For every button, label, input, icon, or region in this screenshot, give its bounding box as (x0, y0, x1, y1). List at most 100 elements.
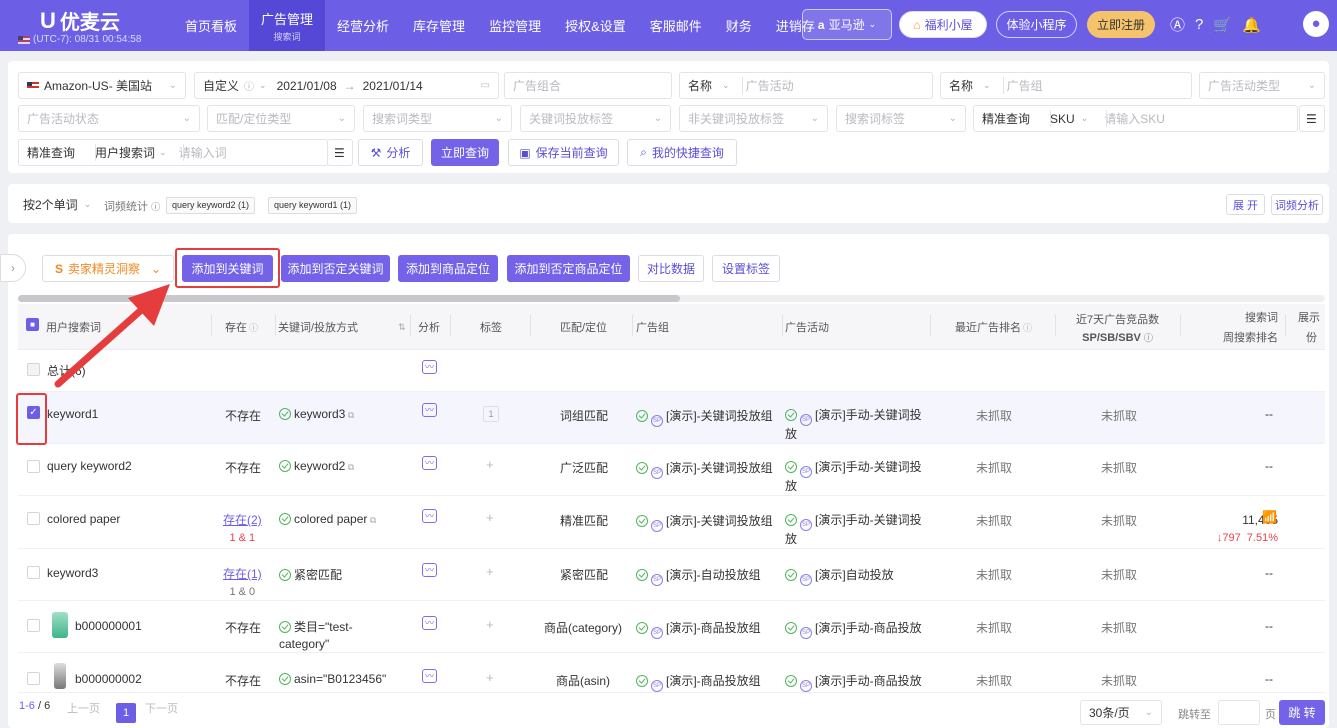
next-page-button[interactable]: 下一页 (145, 700, 178, 716)
external-link-icon[interactable]: ⧉ (345, 410, 354, 420)
table-row[interactable]: ✓ keyword1 不存在 keyword3 ⧉ 〰 1 词组匹配 SP [演示… (18, 392, 1325, 444)
add-tag-icon[interactable]: + (486, 670, 494, 685)
non-keyword-tag-select[interactable]: 非关键词投放标签 ⌄ (679, 105, 828, 132)
add-to-negative-keyword-button[interactable]: 添加到否定关键词 (281, 255, 390, 282)
add-tag-icon[interactable]: + (486, 564, 494, 579)
trend-chart-icon[interactable]: 〰 (422, 563, 437, 577)
add-to-negative-product-button[interactable]: 添加到否定商品定位 (507, 255, 630, 282)
add-tag-icon[interactable]: + (486, 617, 494, 632)
table-row[interactable]: colored paper 存在(2) 1 & 1 colored paper ⧉… (18, 496, 1325, 549)
search-term-type-select[interactable]: 搜索词类型 ⌄ (363, 105, 512, 132)
match-type: 精准匹配 (560, 514, 609, 528)
status-ok-icon (785, 461, 797, 473)
exists-status: 不存在 (225, 409, 262, 423)
nav-item-monitor[interactable]: 监控管理 (477, 0, 553, 51)
quick-query-button[interactable]: ⌕ 我的快捷查询 (627, 139, 737, 166)
goto-page-input[interactable] (1218, 700, 1260, 725)
trend-chart-icon[interactable]: 〰 (422, 669, 437, 683)
row-checkbox[interactable] (27, 672, 40, 685)
nav-item-finance[interactable]: 财务 (714, 0, 764, 51)
mini-program-button[interactable]: 体验小程序 (996, 11, 1077, 38)
list-icon: ☰ (1306, 111, 1317, 126)
table-row[interactable]: b000000002 不存在 asin="B0123456" 〰 + 商品(as… (18, 653, 1325, 693)
search-term-tag-select[interactable]: 搜索词标签 ⌄ (836, 105, 966, 132)
analyze-button[interactable]: ⚒ 分析 (358, 139, 423, 166)
register-button[interactable]: 立即注册 (1087, 11, 1155, 38)
sp-icon: SP (651, 627, 663, 639)
compare-data-button[interactable]: 对比数据 (638, 255, 704, 282)
header-divider (275, 314, 276, 336)
sku-batch-button[interactable]: ☰ (1299, 105, 1325, 132)
match-type-select[interactable]: 匹配/定位类型 ⌄ (207, 105, 355, 132)
avatar[interactable]: ● (1303, 11, 1329, 37)
exists-link[interactable]: 存在(1) (223, 567, 262, 581)
app-logo[interactable]: U 优麦云 (40, 6, 120, 35)
table-row[interactable]: query keyword2 不存在 keyword2 ⧉ 〰 + 广泛匹配 S… (18, 444, 1325, 496)
select-all-checkbox[interactable]: ■ (26, 318, 39, 331)
ad-group-filter[interactable]: 名称 ⌄ 广告组 (940, 72, 1192, 99)
horizontal-scrollbar[interactable] (18, 295, 1325, 302)
trend-chart-icon[interactable]: 〰 (422, 360, 437, 374)
row-checkbox[interactable] (27, 512, 40, 525)
platform-select[interactable]: a 亚马逊 ⌄ (802, 9, 892, 40)
current-page-button[interactable]: 1 (116, 703, 136, 723)
word-tag[interactable]: query keyword2 (1) (166, 197, 256, 214)
date-range-picker[interactable]: 自定义 ⓘ ⌄ 2021/01/08 → 2021/01/14 ▭ (194, 72, 499, 99)
page-size-select[interactable]: 30条/页 ⌄ (1080, 700, 1162, 725)
sku-filter[interactable]: 精准查询 SKU ⌄ 请输入SKU (973, 105, 1298, 132)
word-tag[interactable]: query keyword1 (1) (268, 197, 358, 214)
ai-icon[interactable]: Ⓐ (1170, 14, 1185, 35)
row-checkbox[interactable] (27, 619, 40, 632)
info-icon: ⓘ (151, 202, 161, 212)
external-link-icon[interactable]: ⧉ (345, 462, 354, 472)
term-filter[interactable]: 精准查询 用户搜索词 ⌄ 请输入词 (18, 139, 328, 166)
chevron-down-icon: ⌄ (1144, 707, 1153, 718)
table-row[interactable]: b000000001 不存在 类目="test-category" 〰 + 商品… (18, 601, 1325, 653)
trend-chart-icon[interactable]: 〰 (422, 509, 437, 523)
query-now-button[interactable]: 立即查询 (431, 139, 499, 166)
bell-icon[interactable]: 🔔 (1242, 16, 1261, 34)
nav-item-analysis[interactable]: 经营分析 (325, 0, 401, 51)
term-batch-button[interactable]: ☰ (327, 139, 353, 166)
nav-item-auth[interactable]: 授权&设置 (553, 0, 638, 51)
add-tag-icon[interactable]: + (486, 510, 494, 525)
expand-button[interactable]: 展 开 (1226, 194, 1265, 215)
row-checkbox[interactable] (27, 566, 40, 579)
word-analysis-button[interactable]: 词频分析 (1271, 194, 1323, 215)
nav-item-inventory[interactable]: 库存管理 (401, 0, 477, 51)
help-icon[interactable]: ? (1195, 16, 1203, 33)
ad-group-cell: SP [演示]-自动投放组 (636, 566, 761, 586)
word-group-select[interactable]: 按2个单词 ⌄ (18, 193, 98, 216)
nav-item-email[interactable]: 客服邮件 (638, 0, 714, 51)
welfare-button[interactable]: ⌂ 福利小屋 (899, 11, 987, 38)
chevron-down-icon: ⌄ (83, 199, 92, 209)
nav-item-ads[interactable]: 广告管理 搜索词 (249, 0, 326, 51)
trend-chart-icon[interactable]: 〰 (422, 616, 437, 630)
trend-chart-icon[interactable]: 〰 (422, 403, 437, 417)
row-checkbox[interactable] (27, 460, 40, 473)
nav-item-dashboard[interactable]: 首页看板 (173, 0, 249, 51)
campaign-status-select[interactable]: 广告活动状态 ⌄ (18, 105, 200, 132)
set-tag-button[interactable]: 设置标签 (712, 255, 780, 282)
save-query-button[interactable]: ▣ 保存当前查询 (508, 139, 619, 166)
external-link-icon[interactable]: ⧉ (367, 515, 376, 525)
bar-chart-icon[interactable]: 📶 (1262, 510, 1277, 524)
jump-button[interactable]: 跳 转 (1279, 700, 1325, 725)
add-tag-icon[interactable]: + (486, 457, 494, 472)
status-ok-icon (785, 675, 797, 687)
col-keyword[interactable]: 关键词/投放方式 ⇅ (278, 304, 406, 350)
trend-chart-icon[interactable]: 〰 (422, 456, 437, 470)
ad-portfolio-select[interactable]: 广告组合 (504, 72, 672, 99)
prev-page-button[interactable]: 上一页 (67, 700, 100, 716)
cart-icon[interactable]: 🛒 (1213, 16, 1232, 34)
exists-link[interactable]: 存在(2) (223, 513, 262, 527)
exists-status: 存在(1) 1 & 0 (223, 567, 262, 598)
table-row[interactable]: keyword3 存在(1) 1 & 0 紧密匹配 〰 + 紧密匹配 SP [演示]… (18, 549, 1325, 601)
tag-count[interactable]: 1 (483, 406, 499, 422)
campaign-type-select[interactable]: 广告活动类型 ⌄ (1199, 72, 1325, 99)
competitor-count: 未抓取 (1101, 674, 1138, 688)
campaign-filter[interactable]: 名称 ⌄ 广告活动 (679, 72, 933, 99)
keyword-tag-select[interactable]: 关键词投放标签 ⌄ (520, 105, 671, 132)
add-to-product-target-button[interactable]: 添加到商品定位 (398, 255, 498, 282)
site-select[interactable]: Amazon-US- 美国站 ⌄ (18, 72, 186, 99)
